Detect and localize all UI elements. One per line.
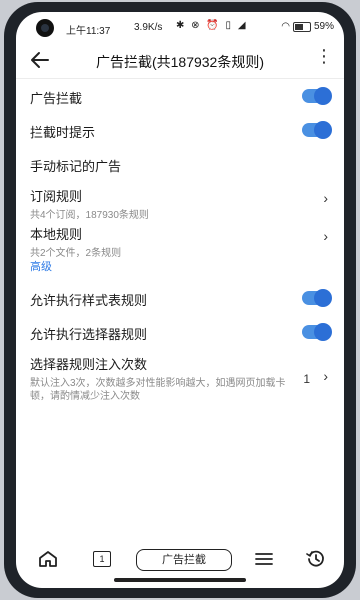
status-icons: ✱ ⊗ ⏰ ▯ ◢ [176, 20, 248, 31]
setting-description: 默认注入3次，次数越多对性能影响越大，如遇网页加载卡顿，请酌情减少注入次数 [30, 378, 286, 402]
page-title: 广告拦截(共187932条规则) [95, 54, 265, 70]
header: 广告拦截(共187932条规则) ⋮ [16, 42, 344, 79]
block-tip-toggle[interactable] [302, 122, 331, 138]
setting-description: 共2个文件，2条规则 [30, 248, 122, 259]
setting-label: 广告拦截 [30, 91, 83, 106]
tab-count: 1 [93, 551, 111, 567]
setting-label: 手动标记的广告 [30, 159, 122, 174]
setting-manual-mark[interactable]: 手动标记的广告 [16, 146, 344, 180]
front-camera [36, 19, 54, 37]
setting-allow-selector[interactable]: 允许执行选择器规则 [16, 316, 344, 350]
bottom-toolbar: 1 广告拦截 [16, 544, 344, 574]
menu-icon[interactable] [252, 548, 276, 570]
ad-block-toggle[interactable] [302, 88, 331, 104]
allow-selector-toggle[interactable] [302, 324, 331, 340]
setting-allow-stylesheet[interactable]: 允许执行样式表规则 [16, 282, 344, 316]
setting-selector-injection[interactable]: 选择器规则注入次数 默认注入3次，次数越多对性能影响越大，如遇网页加载卡顿，请酌… [16, 350, 344, 410]
phone-frame: 上午11:37 3.9K/s ✱ ⊗ ⏰ ▯ ◢ ◠ 59% 广告拦截(共187… [4, 2, 356, 598]
battery-percent: 59% [313, 21, 334, 32]
section-advanced: 高级 [30, 261, 52, 273]
settings-list: 广告拦截 拦截时提示 手动标记的广告 订阅规则 共4个订阅，187930条规则 … [16, 78, 344, 410]
battery-icon [292, 21, 311, 32]
injection-count-value: 1 [303, 372, 310, 386]
status-network-speed: 3.9K/s [134, 22, 163, 33]
status-bar: 上午11:37 3.9K/s ✱ ⊗ ⏰ ▯ ◢ ◠ 59% [16, 12, 344, 42]
setting-label: 订阅规则 [30, 189, 83, 204]
setting-label: 拦截时提示 [30, 125, 96, 140]
setting-block-tip[interactable]: 拦截时提示 [16, 112, 344, 146]
setting-label: 选择器规则注入次数 [30, 357, 148, 372]
current-tab-pill[interactable]: 广告拦截 [136, 549, 232, 571]
setting-label: 本地规则 [30, 227, 83, 242]
status-time: 上午11:37 [66, 26, 111, 37]
allow-stylesheet-toggle[interactable] [302, 290, 331, 306]
tabs-button[interactable]: 1 [90, 548, 114, 570]
setting-ad-block[interactable]: 广告拦截 [16, 78, 344, 112]
setting-local-rules[interactable]: 本地规则 共2个文件，2条规则 › [16, 220, 344, 260]
chevron-right-icon: › [323, 190, 328, 206]
history-icon[interactable] [304, 548, 328, 570]
home-indicator[interactable] [114, 578, 246, 582]
screen: 上午11:37 3.9K/s ✱ ⊗ ⏰ ▯ ◢ ◠ 59% 广告拦截(共187… [16, 12, 344, 588]
more-options-icon[interactable]: ⋮ [315, 46, 334, 67]
home-icon[interactable] [36, 548, 60, 570]
setting-label: 允许执行选择器规则 [30, 327, 148, 342]
chevron-right-icon: › [323, 228, 328, 244]
setting-subscriptions[interactable]: 订阅规则 共4个订阅，187930条规则 › [16, 180, 344, 221]
status-right: ◠ 59% [281, 21, 334, 32]
wifi-icon: ◠ [281, 21, 290, 32]
setting-label: 允许执行样式表规则 [30, 293, 148, 308]
chevron-right-icon: › [323, 368, 328, 384]
